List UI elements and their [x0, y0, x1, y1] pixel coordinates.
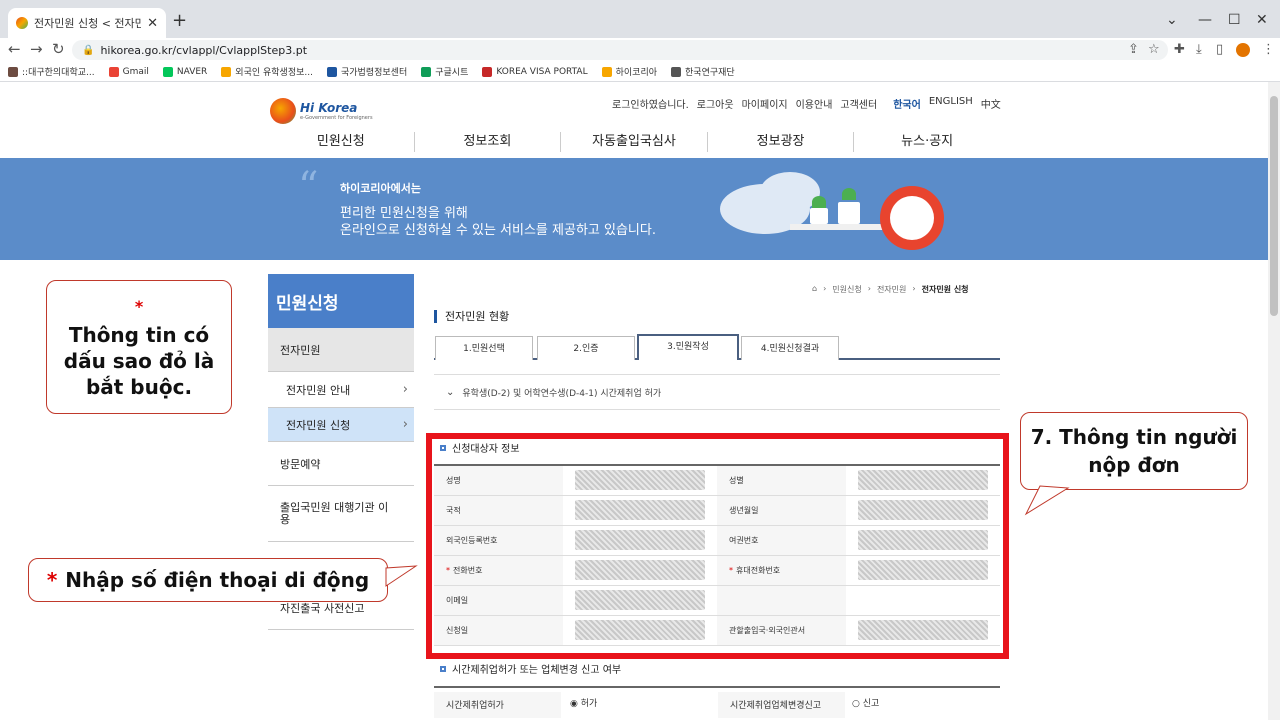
- callout-pointers: [385, 485, 1070, 587]
- scrollbar-thumb[interactable]: [1270, 96, 1278, 316]
- callout-pointer: [385, 565, 418, 587]
- callout-pointer: [1024, 485, 1070, 516]
